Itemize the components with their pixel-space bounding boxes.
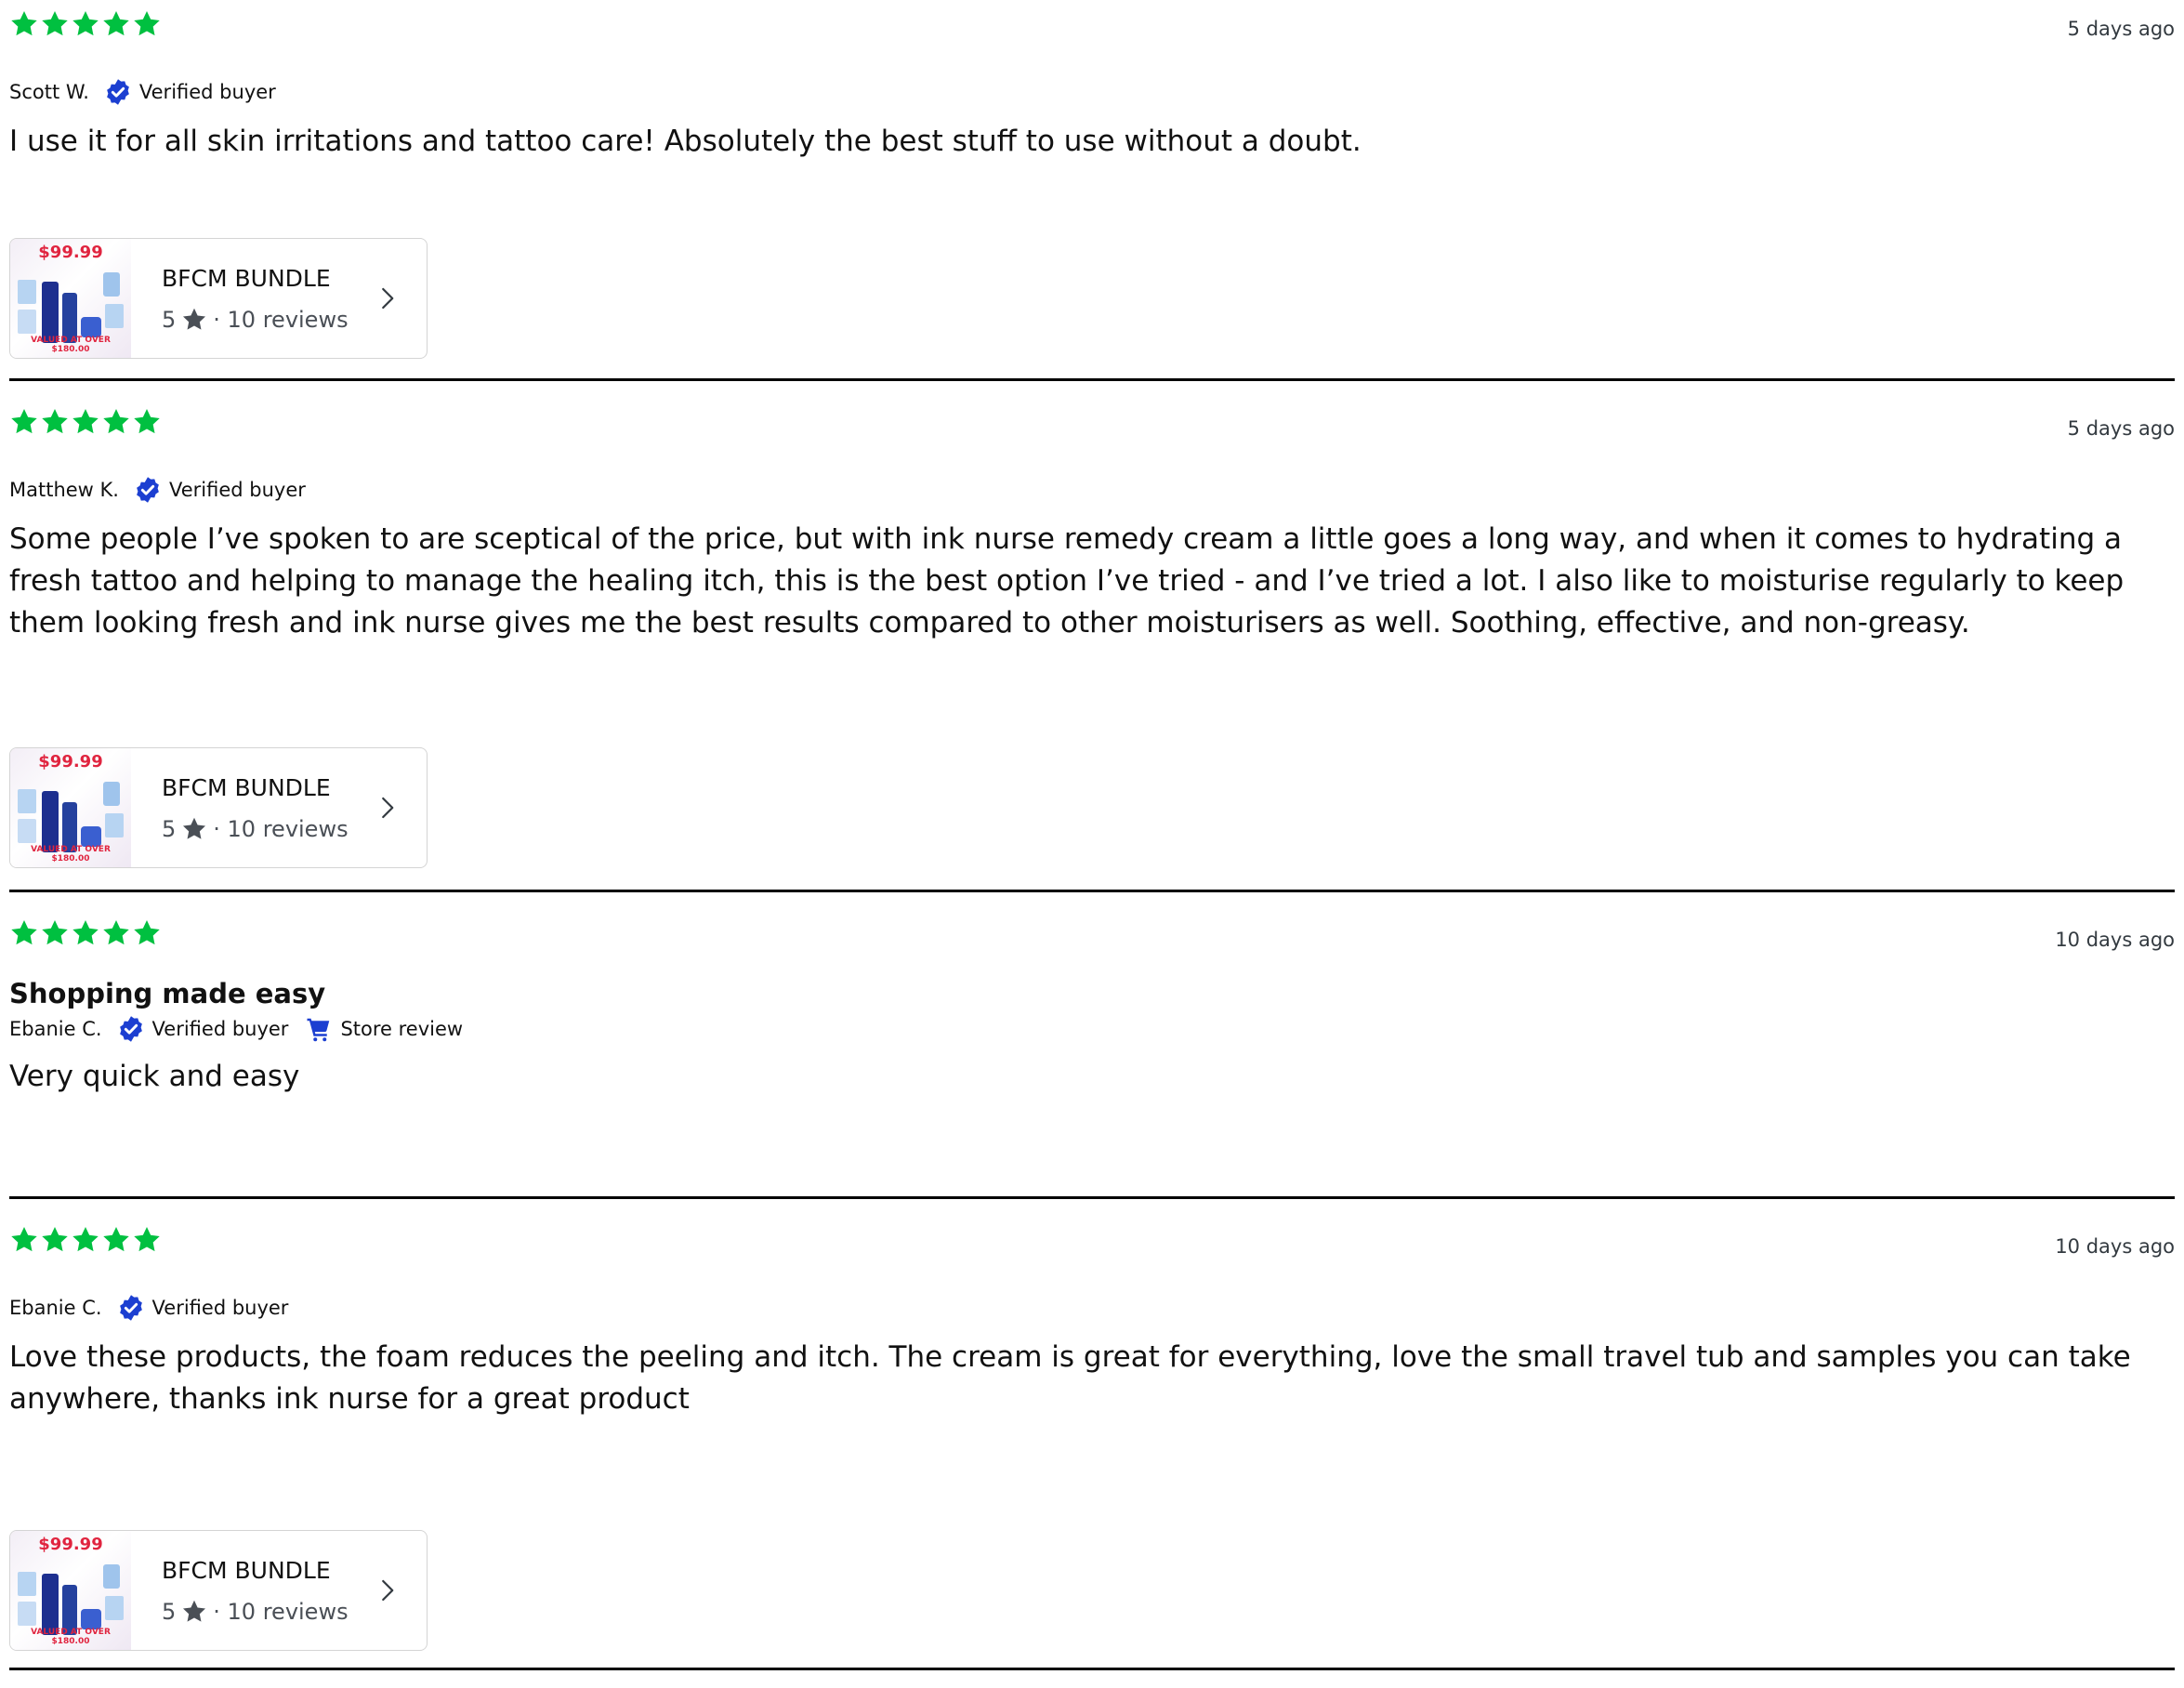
star-icon	[42, 1227, 68, 1252]
star-icon	[134, 409, 160, 434]
product-thumbnail: $99.99 VALUED AT OVER $180.00	[10, 748, 131, 867]
product-info: BFCM BUNDLE 5 · 10 reviews	[131, 1557, 373, 1625]
star-icon	[11, 1227, 37, 1252]
star-rating	[9, 918, 162, 948]
product-rating: 5 · 10 reviews	[162, 307, 373, 333]
star-icon	[103, 1227, 129, 1252]
verified-badge-icon	[104, 78, 132, 106]
product-card[interactable]: $99.99 VALUED AT OVER $180.00 BFCM BUNDL…	[9, 747, 428, 868]
review-item: 10 days ago Ebanie C. Verified buyer Lov…	[9, 1199, 2175, 1670]
product-image-price: $99.99	[38, 243, 103, 262]
star-icon	[103, 920, 129, 945]
review-item: 5 days ago Matthew K. Verified buyer Som…	[9, 381, 2175, 892]
product-rating-value: 5	[162, 306, 177, 333]
star-icon	[11, 920, 37, 945]
product-rating-value: 5	[162, 1598, 177, 1625]
review-date: 5 days ago	[2067, 18, 2175, 40]
star-icon	[103, 11, 129, 36]
star-icon	[42, 920, 68, 945]
verified-buyer-label: Verified buyer	[168, 479, 306, 501]
review-title: Shopping made easy	[9, 978, 326, 1009]
product-image-band: VALUED AT OVER $180.00	[31, 336, 111, 354]
chevron-right-icon	[373, 794, 401, 822]
star-icon	[181, 816, 207, 842]
product-name: BFCM BUNDLE	[162, 264, 331, 292]
review-body: Love these products, the foam reduces th…	[9, 1340, 2131, 1416]
reviewer-name: Ebanie C.	[9, 1297, 102, 1319]
product-review-count: · 10 reviews	[213, 815, 349, 842]
review-item: 10 days ago Shopping made easy Ebanie C.…	[9, 892, 2175, 1199]
verified-buyer-label: Verified buyer	[151, 1018, 289, 1040]
product-rating-value: 5	[162, 815, 177, 842]
verified-badge-icon	[117, 1294, 145, 1322]
star-icon	[11, 11, 37, 36]
product-thumbnail: $99.99 VALUED AT OVER $180.00	[10, 239, 131, 358]
review-meta: Scott W. Verified buyer	[9, 78, 293, 106]
product-image-band: VALUED AT OVER $180.00	[31, 1628, 111, 1646]
star-icon	[72, 11, 99, 36]
reviews-list: 5 days ago Scott W. Verified buyer I use…	[0, 0, 2184, 1670]
product-card[interactable]: $99.99 VALUED AT OVER $180.00 BFCM BUNDL…	[9, 1530, 428, 1651]
product-review-count: · 10 reviews	[213, 306, 349, 333]
star-icon	[181, 1599, 207, 1625]
star-icon	[11, 409, 37, 434]
product-card[interactable]: $99.99 VALUED AT OVER $180.00 BFCM BUNDL…	[9, 238, 428, 359]
review-item: 5 days ago Scott W. Verified buyer I use…	[9, 0, 2175, 381]
product-rating: 5 · 10 reviews	[162, 1599, 373, 1625]
star-icon	[134, 1227, 160, 1252]
product-thumbnail: $99.99 VALUED AT OVER $180.00	[10, 1531, 131, 1650]
product-info: BFCM BUNDLE 5 · 10 reviews	[131, 774, 373, 842]
chevron-right-icon	[373, 284, 401, 312]
verified-badge-icon	[134, 476, 162, 504]
star-icon	[103, 409, 129, 434]
verified-buyer-label: Verified buyer	[151, 1297, 289, 1319]
product-info: BFCM BUNDLE 5 · 10 reviews	[131, 265, 373, 333]
product-image-price: $99.99	[38, 752, 103, 771]
review-meta: Ebanie C. Verified buyer Store review	[9, 1015, 463, 1043]
product-rating: 5 · 10 reviews	[162, 816, 373, 842]
product-image-band: VALUED AT OVER $180.00	[31, 845, 111, 864]
star-icon	[72, 409, 99, 434]
reviewer-name: Scott W.	[9, 81, 89, 103]
star-icon	[42, 11, 68, 36]
star-rating	[9, 407, 162, 437]
review-body: Very quick and easy	[9, 1060, 300, 1093]
review-body: Some people I’ve spoken to are sceptical…	[9, 522, 2125, 640]
review-body: I use it for all skin irritations and ta…	[9, 125, 1362, 158]
store-review-label: Store review	[340, 1018, 464, 1040]
review-date: 10 days ago	[2055, 1235, 2175, 1258]
verified-badge-icon	[117, 1015, 145, 1043]
star-icon	[72, 1227, 99, 1252]
star-rating	[9, 1225, 162, 1255]
product-name: BFCM BUNDLE	[162, 1556, 331, 1584]
verified-buyer-label: Verified buyer	[138, 81, 276, 103]
chevron-right-icon	[373, 1576, 401, 1604]
star-icon	[134, 11, 160, 36]
review-meta: Matthew K. Verified buyer	[9, 476, 322, 504]
star-icon	[72, 920, 99, 945]
review-date: 5 days ago	[2067, 417, 2175, 440]
star-icon	[134, 920, 160, 945]
review-date: 10 days ago	[2055, 929, 2175, 951]
star-rating	[9, 9, 162, 39]
reviewer-name: Ebanie C.	[9, 1018, 102, 1040]
reviewer-name: Matthew K.	[9, 479, 119, 501]
product-review-count: · 10 reviews	[213, 1598, 349, 1625]
shopping-cart-icon	[305, 1015, 333, 1043]
star-icon	[181, 307, 207, 333]
review-meta: Ebanie C. Verified buyer	[9, 1294, 305, 1322]
star-icon	[42, 409, 68, 434]
product-image-price: $99.99	[38, 1535, 103, 1554]
product-name: BFCM BUNDLE	[162, 773, 331, 801]
